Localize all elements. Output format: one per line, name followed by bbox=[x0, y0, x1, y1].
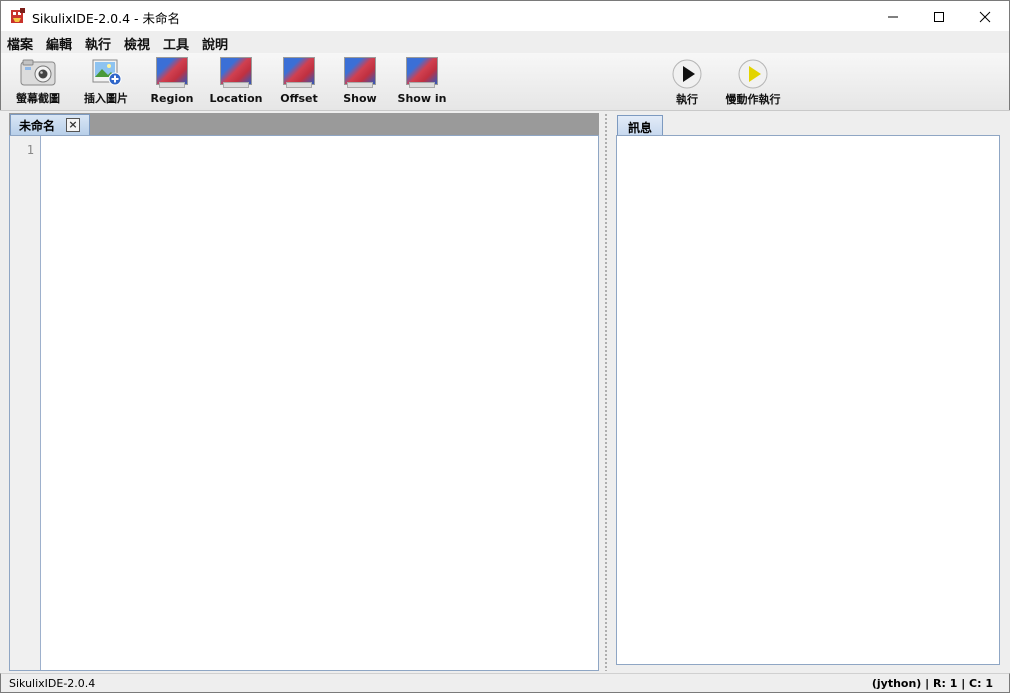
screenshot-label: 螢幕截圖 bbox=[16, 92, 60, 105]
status-version: SikulixIDE-2.0.4 bbox=[9, 677, 96, 690]
window-title: SikulixIDE-2.0.4 - 未命名 bbox=[32, 11, 181, 26]
code-editor[interactable]: 1 bbox=[9, 135, 599, 671]
insert-image-label: 插入圖片 bbox=[84, 92, 128, 105]
location-label: Location bbox=[209, 92, 263, 105]
region-label: Region bbox=[150, 92, 194, 105]
maximize-icon bbox=[934, 11, 944, 22]
insert-image-icon bbox=[92, 59, 122, 86]
offset-label: Offset bbox=[280, 92, 318, 105]
status-bar: SikulixIDE-2.0.4 (jython) | R: 1 | C: 1 bbox=[0, 673, 1010, 693]
screenshot-button[interactable]: 螢幕截圖 bbox=[11, 57, 65, 106]
message-pane: 訊息 bbox=[616, 115, 1001, 667]
show-label: Show bbox=[343, 92, 377, 105]
editor-tab-label: 未命名 bbox=[19, 119, 56, 133]
tab-close-icon[interactable]: × bbox=[66, 118, 80, 132]
offset-icon bbox=[283, 57, 315, 88]
status-cursor-position: (jython) | R: 1 | C: 1 bbox=[871, 677, 993, 690]
maximize-button[interactable] bbox=[916, 1, 962, 32]
run-slow-play-icon bbox=[738, 59, 768, 89]
pane-splitter[interactable] bbox=[604, 113, 608, 671]
messages-tab[interactable]: 訊息 bbox=[617, 115, 663, 136]
toolbar: 螢幕截圖 插入圖片 Region Location Offset Show Sh… bbox=[0, 53, 1010, 110]
title-bar: SikulixIDE-2.0.4 - 未命名 bbox=[0, 0, 1010, 31]
show-in-button[interactable]: Show in bbox=[395, 57, 449, 105]
menu-run[interactable]: 執行 bbox=[85, 34, 111, 53]
run-slow-label: 慢動作執行 bbox=[725, 93, 781, 106]
toolbar-divider bbox=[0, 110, 1010, 111]
menu-file[interactable]: 檔案 bbox=[7, 34, 33, 53]
menu-view[interactable]: 檢視 bbox=[124, 34, 150, 53]
location-button[interactable]: Location bbox=[207, 57, 265, 105]
show-in-label: Show in bbox=[397, 92, 447, 105]
minimize-icon bbox=[888, 16, 898, 17]
menu-edit[interactable]: 編輯 bbox=[46, 34, 72, 53]
insert-image-button[interactable]: 插入圖片 bbox=[79, 57, 133, 106]
menu-help[interactable]: 說明 bbox=[202, 34, 228, 53]
run-play-icon bbox=[672, 59, 702, 89]
show-button[interactable]: Show bbox=[338, 57, 382, 105]
close-icon bbox=[979, 11, 991, 22]
close-button[interactable] bbox=[962, 1, 1008, 32]
show-icon bbox=[344, 57, 376, 88]
show-in-icon bbox=[406, 57, 438, 88]
message-console[interactable] bbox=[616, 135, 1000, 665]
menu-tools[interactable]: 工具 bbox=[163, 34, 189, 53]
location-icon bbox=[220, 57, 252, 88]
app-icon bbox=[10, 8, 26, 24]
region-icon bbox=[156, 57, 188, 88]
offset-button[interactable]: Offset bbox=[276, 57, 322, 105]
editor-tab[interactable]: 未命名 × bbox=[10, 114, 90, 135]
editor-pane: 未命名 × 1 bbox=[9, 113, 599, 671]
run-label: 執行 bbox=[676, 93, 698, 106]
run-button[interactable]: 執行 bbox=[665, 58, 709, 107]
line-number: 1 bbox=[26, 143, 34, 157]
camera-icon bbox=[20, 59, 56, 86]
line-number-gutter: 1 bbox=[10, 136, 41, 670]
messages-tab-label: 訊息 bbox=[628, 121, 653, 135]
region-button[interactable]: Region bbox=[149, 57, 195, 105]
editor-tab-strip: 未命名 × bbox=[9, 113, 599, 135]
menu-bar: 檔案 編輯 執行 檢視 工具 說明 bbox=[0, 31, 1010, 53]
run-slow-button[interactable]: 慢動作執行 bbox=[720, 58, 786, 107]
minimize-button[interactable] bbox=[870, 1, 916, 32]
